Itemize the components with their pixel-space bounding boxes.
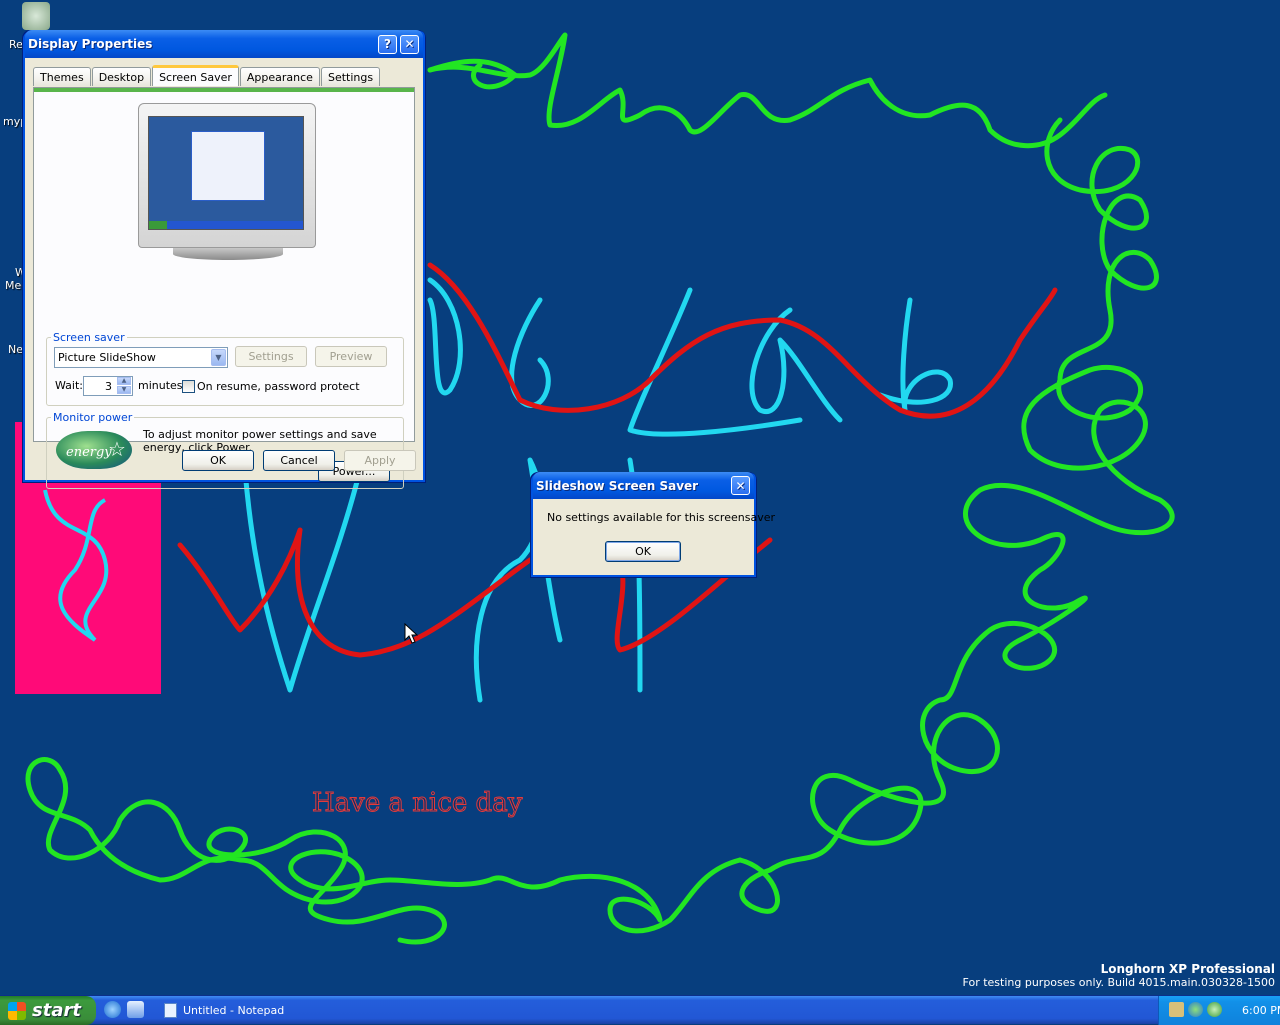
ok-button[interactable]: OK: [182, 450, 254, 471]
dialog-ok-button[interactable]: OK: [605, 541, 681, 562]
mouse-cursor-icon: [404, 623, 418, 644]
password-protect-checkbox[interactable]: [182, 380, 195, 393]
taskbar-item-label: Untitled - Notepad: [183, 1004, 285, 1017]
watermark-edition: Longhorn XP Professional: [1100, 962, 1275, 976]
energy-logo-text: energy: [66, 445, 112, 460]
cyan-scribble-pink: [43, 489, 109, 642]
display-properties-body: Themes Desktop Screen Saver Appearance S…: [25, 58, 423, 489]
tab-settings[interactable]: Settings: [320, 67, 381, 86]
monitor-power-group-label: Monitor power: [53, 411, 133, 424]
wait-label: Wait:: [55, 379, 83, 392]
windows-flag-icon: [8, 1001, 26, 1020]
green-scribble-loops: [427, 58, 518, 90]
taskbar: start Untitled - Notepad 6:00 PM: [0, 995, 1280, 1025]
slideshow-dialog-body: No settings available for this screensav…: [533, 499, 775, 575]
close-icon[interactable]: ✕: [731, 476, 750, 495]
cancel-button[interactable]: Cancel: [263, 450, 335, 471]
build-watermark: Longhorn XP Professional For testing pur…: [963, 962, 1275, 989]
system-tray: 6:00 PM: [1158, 996, 1280, 1025]
tab-appearance[interactable]: Appearance: [239, 67, 320, 86]
globe-icon[interactable]: [1188, 1002, 1203, 1017]
chevron-down-icon[interactable]: ▼: [211, 349, 226, 366]
minutes-label: minutes: [138, 379, 183, 392]
tab-strip: Themes Desktop Screen Saver Appearance S…: [33, 65, 381, 86]
network-icon[interactable]: [1169, 1002, 1184, 1017]
green-scribble-right: [737, 117, 1175, 914]
monitor-screen: [148, 116, 304, 230]
spin-up-icon[interactable]: ▲: [117, 377, 131, 385]
notepad-icon: [164, 1003, 177, 1018]
red-scribble: [427, 262, 1058, 419]
dialog-message: No settings available for this screensav…: [547, 511, 775, 524]
star-icon: ☆: [108, 437, 126, 461]
slideshow-dialog-titlebar[interactable]: Slideshow Screen Saver ✕: [533, 472, 754, 499]
start-button[interactable]: start: [0, 996, 96, 1025]
watermark-build: For testing purposes only. Build 4015.ma…: [962, 976, 1275, 989]
preview-button[interactable]: Preview: [315, 346, 387, 367]
explorer-icon[interactable]: [127, 1001, 144, 1018]
tab-screen-saver[interactable]: Screen Saver: [152, 65, 239, 86]
slideshow-dialog: Slideshow Screen Saver ✕ No settings ava…: [530, 472, 775, 578]
refresh-icon[interactable]: [1207, 1002, 1222, 1017]
cyan-scribble: [427, 277, 463, 396]
green-scribble-top: [427, 32, 1108, 149]
screen-saver-settings-button[interactable]: Settings: [235, 346, 307, 367]
clock[interactable]: 6:00 PM: [1242, 1004, 1280, 1017]
tab-desktop[interactable]: Desktop: [91, 67, 152, 86]
screen-saver-select[interactable]: Picture SlideShow ▼: [54, 347, 228, 368]
handwritten-text: Have a nice day: [311, 788, 523, 819]
window-title: Display Properties: [28, 37, 153, 51]
screen-saver-panel: Screen saver Picture SlideShow ▼ Setting…: [33, 87, 415, 489]
screen-saver-group-label: Screen saver: [53, 331, 125, 344]
taskbar-item-notepad[interactable]: Untitled - Notepad: [158, 998, 318, 1023]
apply-button[interactable]: Apply: [344, 450, 416, 471]
wait-value: 3: [105, 380, 112, 393]
screen-saver-selected: Picture SlideShow: [58, 351, 156, 364]
ie-icon[interactable]: [104, 1001, 121, 1018]
energy-star-logo: energy ☆: [56, 431, 132, 469]
monitor-stand: [173, 248, 283, 260]
start-label: start: [32, 1000, 81, 1021]
desktop-icon-label[interactable]: Ne: [8, 343, 23, 356]
desktop-icon-label[interactable]: Re: [9, 38, 23, 51]
green-scribble-bottom: [25, 757, 743, 945]
display-properties-window: Display Properties ? ✕ Themes Desktop Sc…: [22, 30, 426, 489]
password-protect-label[interactable]: On resume, password protect: [197, 380, 360, 393]
tab-themes[interactable]: Themes: [33, 67, 91, 86]
help-icon[interactable]: ?: [378, 34, 397, 54]
display-properties-titlebar[interactable]: Display Properties ? ✕: [25, 30, 423, 58]
recycle-bin-icon[interactable]: [22, 2, 50, 30]
wait-minutes-spinner[interactable]: 3 ▲ ▼: [83, 376, 133, 396]
close-icon[interactable]: ✕: [400, 34, 419, 54]
dialog-title: Slideshow Screen Saver: [536, 478, 699, 493]
tab-accent-line: [34, 88, 414, 92]
monitor-preview: [138, 103, 316, 260]
spin-down-icon[interactable]: ▼: [117, 386, 131, 394]
